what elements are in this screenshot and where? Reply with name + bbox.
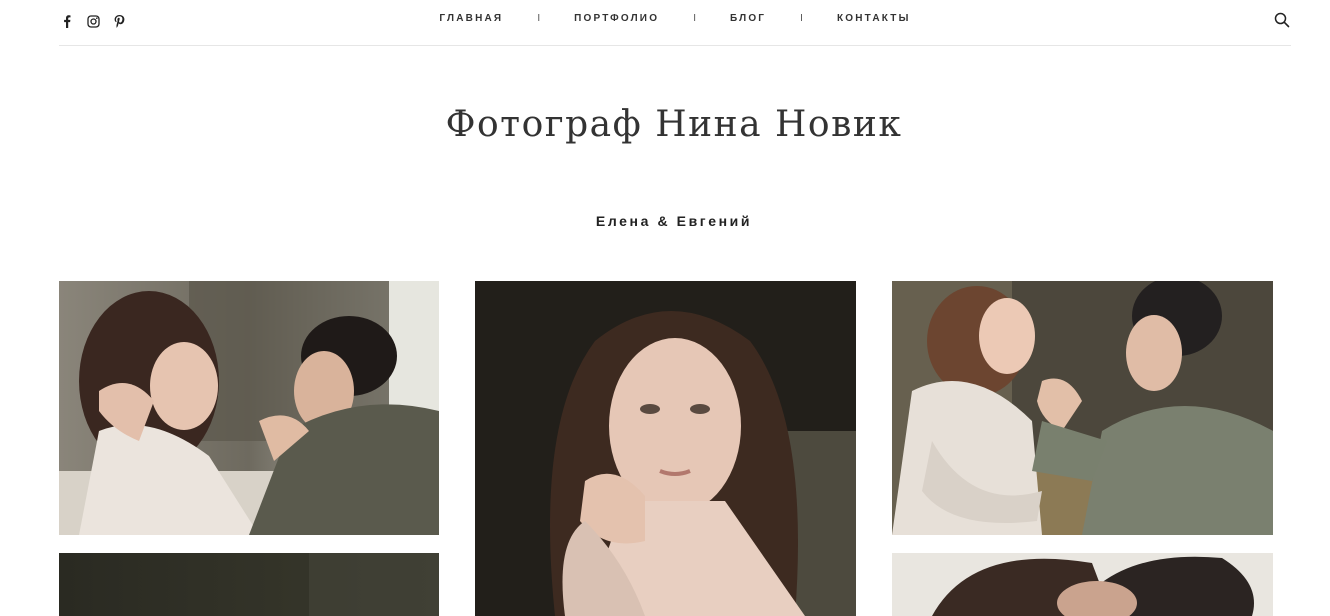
nav-item-contacts[interactable]: КОНТАКТЫ xyxy=(837,13,911,24)
nav-separator: I xyxy=(537,13,541,24)
nav-item-home[interactable]: ГЛАВНАЯ xyxy=(439,13,503,24)
gallery-photo-couple-hand-kiss[interactable] xyxy=(59,281,439,535)
main-nav: ГЛАВНАЯ I ПОРТФОЛИО I БЛОГ I КОНТАКТЫ xyxy=(59,13,1291,24)
search-icon[interactable] xyxy=(1273,11,1291,29)
site-title[interactable]: Фотограф Нина Новик xyxy=(0,104,1330,145)
gallery-photo-bride-portrait[interactable] xyxy=(475,281,856,616)
nav-separator: I xyxy=(693,13,696,24)
site-header: ГЛАВНАЯ I ПОРТФОЛИО I БЛОГ I КОНТАКТЫ xyxy=(59,0,1291,46)
gallery-photo-couple-laughing[interactable] xyxy=(892,281,1273,535)
gallery-photo-couple-close[interactable] xyxy=(892,553,1273,616)
gallery-photo-dark[interactable] xyxy=(59,553,439,616)
gallery-title: Елена & Евгений xyxy=(595,213,753,229)
nav-separator: I xyxy=(800,13,803,24)
nav-item-blog[interactable]: БЛОГ xyxy=(730,13,766,24)
nav-item-portfolio[interactable]: ПОРТФОЛИО xyxy=(574,13,659,24)
